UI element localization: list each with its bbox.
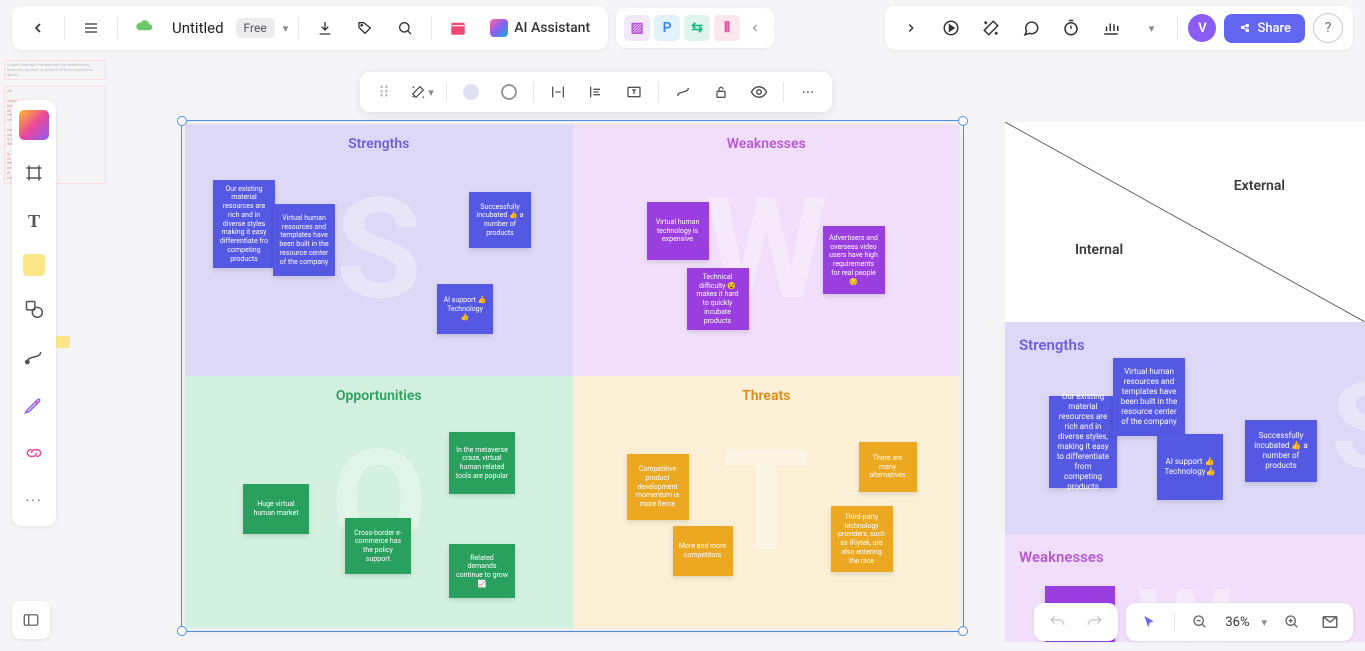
user-avatar[interactable]: V: [1188, 14, 1216, 42]
calendar-button[interactable]: [442, 12, 474, 44]
more-dropdown[interactable]: ▾: [1135, 12, 1167, 44]
templates-tool[interactable]: [19, 110, 49, 140]
sticky-note[interactable]: Our existing material resources are rich…: [1049, 396, 1117, 488]
connector-tool[interactable]: [19, 342, 49, 372]
fill-color-button[interactable]: [457, 78, 485, 106]
menu-button[interactable]: [75, 12, 107, 44]
back-button[interactable]: [22, 12, 54, 44]
pen-tool[interactable]: [19, 390, 49, 420]
preview-strengths[interactable]: Strengths S Our existing material resour…: [1005, 322, 1365, 534]
undo-button[interactable]: [1044, 609, 1070, 635]
zoom-out-button[interactable]: [1187, 609, 1213, 635]
threats-letter: T: [723, 420, 810, 584]
canvas-preview[interactable]: External Internal Strengths S Our existi…: [1005, 122, 1365, 642]
chart-button[interactable]: [1095, 12, 1127, 44]
ext-share-icon[interactable]: ⇆: [684, 15, 710, 41]
play-button[interactable]: [935, 12, 967, 44]
sticky-note[interactable]: Competitive product development momentum…: [627, 454, 689, 520]
stroke-color-button[interactable]: [495, 78, 523, 106]
sticky-note[interactable]: Advertisers and overseas video users hav…: [823, 226, 885, 294]
swot-board[interactable]: Strengths S Our existing material resour…: [185, 124, 960, 628]
help-button[interactable]: ?: [1313, 13, 1343, 43]
title-dropdown[interactable]: ▾: [283, 22, 289, 35]
text-box-button[interactable]: [620, 78, 648, 106]
zoom-in-button[interactable]: [1279, 609, 1305, 635]
sticky-note[interactable]: More and more competitors: [673, 526, 733, 576]
panel-toggle[interactable]: [12, 601, 50, 639]
expand-right-button[interactable]: [895, 12, 927, 44]
ext-p-icon[interactable]: P: [654, 15, 680, 41]
more-options-button[interactable]: ···: [794, 78, 822, 106]
text-tool[interactable]: T: [19, 206, 49, 236]
strengths-title: Strengths: [185, 124, 573, 152]
timer-button[interactable]: [1055, 12, 1087, 44]
align-text-button[interactable]: [582, 78, 610, 106]
weaknesses-title: Weaknesses: [573, 124, 961, 152]
document-title[interactable]: Untitled: [172, 19, 224, 37]
external-label: External: [1234, 178, 1285, 194]
sticky-note[interactable]: AI support 👍Technology👍: [1157, 434, 1223, 500]
cursor-tool[interactable]: [1136, 609, 1162, 635]
sticky-note[interactable]: Related demands continue to grow 📈: [449, 544, 515, 598]
preview-strengths-title: Strengths: [1019, 336, 1351, 354]
comment-button[interactable]: [1015, 12, 1047, 44]
download-button[interactable]: [309, 12, 341, 44]
magic-button[interactable]: [975, 12, 1007, 44]
strengths-quadrant[interactable]: Strengths S Our existing material resour…: [185, 124, 573, 376]
sticky-note-tool[interactable]: [23, 254, 45, 276]
frame-tool[interactable]: [19, 158, 49, 188]
cloud-sync-icon: [128, 12, 160, 44]
align-width-button[interactable]: [544, 78, 572, 106]
tool-sidebar: T ···: [12, 100, 56, 526]
sticky-note[interactable]: Third-party technology providers, such a…: [831, 506, 893, 572]
sticky-note[interactable]: Virtual human resources and templates ha…: [1113, 358, 1185, 436]
sticky-note[interactable]: Virtual human resources and templates ha…: [273, 204, 335, 276]
diagonal-line: [1005, 122, 1365, 322]
internal-label: Internal: [1075, 242, 1123, 258]
weaknesses-quadrant[interactable]: Weaknesses W Virtual human technology is…: [573, 124, 961, 376]
threats-title: Threats: [573, 376, 961, 404]
tag-button[interactable]: [349, 12, 381, 44]
opportunities-quadrant[interactable]: Opportunities O Huge virtual human marke…: [185, 376, 573, 628]
ext-collapse-button[interactable]: [744, 12, 766, 44]
lock-button[interactable]: [707, 78, 735, 106]
sticky-note[interactable]: There are many alternatives: [859, 442, 917, 492]
threats-quadrant[interactable]: Threats T Competitive product developmen…: [573, 376, 961, 628]
link-tool[interactable]: [19, 438, 49, 468]
sticky-note[interactable]: Cross-border e-commerce has the policy s…: [345, 518, 411, 574]
search-button[interactable]: [389, 12, 421, 44]
opportunities-title: Opportunities: [185, 376, 573, 404]
preview-weaknesses-title: Weaknesses: [1019, 548, 1351, 566]
ext-branch-icon[interactable]: ⫴: [714, 15, 740, 41]
selection-toolbar: ⠿ ▾ ···: [360, 72, 832, 112]
sticky-note[interactable]: Huge virtual human market: [243, 484, 309, 534]
sticky-note[interactable]: In the metaverse craze, virtual human re…: [449, 432, 515, 494]
drag-handle-icon[interactable]: ⠿: [370, 78, 398, 106]
sticky-note[interactable]: Successfully incubated 👍 a number of pro…: [1245, 420, 1317, 482]
zoom-level[interactable]: 36%: [1225, 615, 1249, 630]
sticky-note[interactable]: Successfully incubated 👍 a number of pro…: [469, 192, 531, 248]
share-button[interactable]: Share: [1224, 14, 1305, 43]
strengths-letter: S: [336, 168, 422, 332]
more-tools[interactable]: ···: [19, 486, 49, 516]
sticky-note[interactable]: Our existing material resources are rich…: [213, 180, 275, 268]
magic-wand-button[interactable]: ▾: [408, 78, 436, 106]
shape-tool[interactable]: [19, 294, 49, 324]
visibility-button[interactable]: [745, 78, 773, 106]
map-view-button[interactable]: [1317, 609, 1343, 635]
ai-assistant-button[interactable]: AI Assistant: [482, 15, 598, 41]
plan-badge: Free: [236, 18, 275, 38]
sticky-note[interactable]: AI support 👍Technology👍: [437, 284, 493, 334]
ext-image-icon[interactable]: ▨: [624, 15, 650, 41]
redo-button[interactable]: [1082, 609, 1108, 635]
sticky-note[interactable]: Virtual human technology is expensive: [647, 202, 709, 260]
sticky-note[interactable]: Technical difficulty 😵 makes it hard to …: [687, 268, 749, 330]
zoom-dropdown[interactable]: ▾: [1261, 616, 1267, 629]
connector-style-button[interactable]: [669, 78, 697, 106]
ai-icon: [490, 19, 508, 37]
